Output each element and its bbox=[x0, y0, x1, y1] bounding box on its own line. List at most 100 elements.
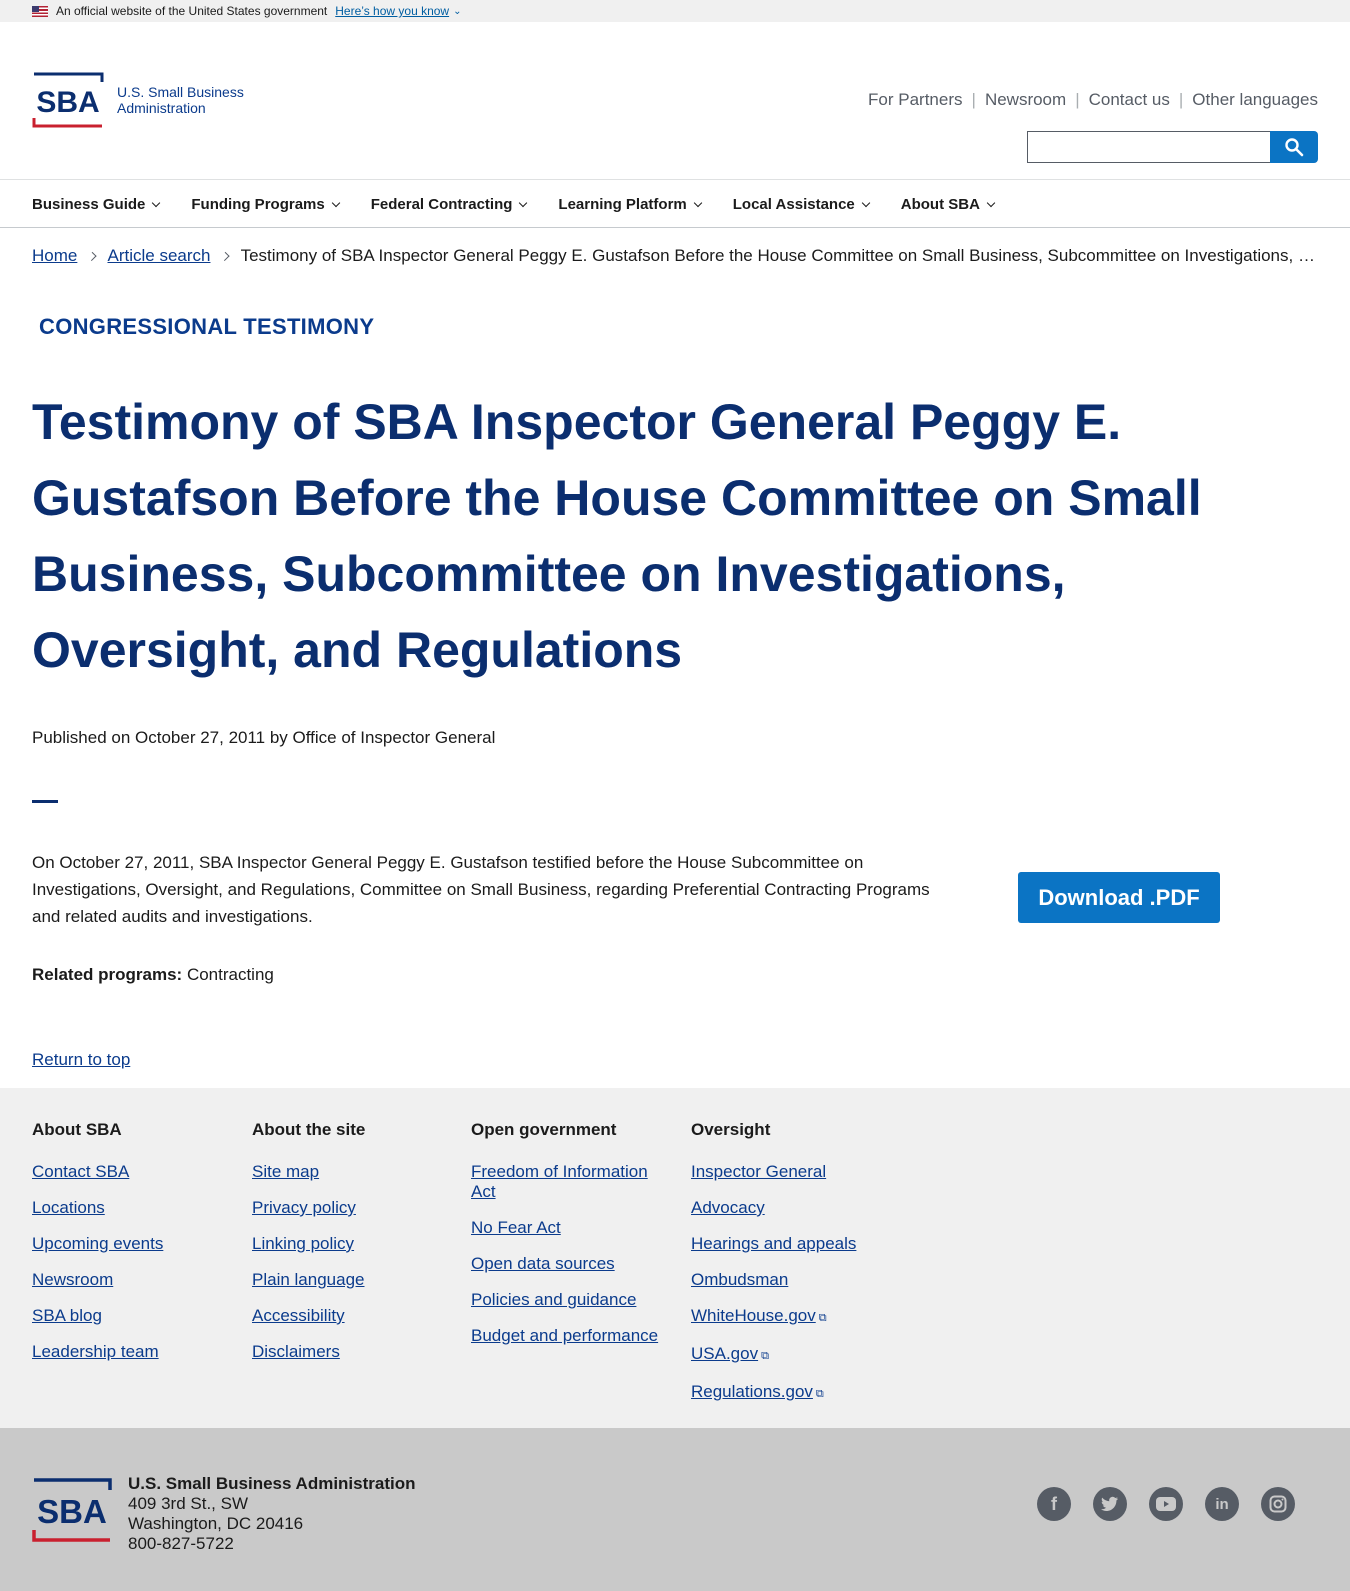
footer-link-plain-language[interactable]: Plain language bbox=[252, 1270, 442, 1290]
nav-label: Local Assistance bbox=[732, 195, 855, 213]
footer-col-heading: About SBA bbox=[32, 1120, 122, 1139]
related-programs: Related programs: Contracting bbox=[32, 965, 274, 985]
footer-link-linking-policy[interactable]: Linking policy bbox=[252, 1234, 442, 1254]
download-pdf-button[interactable]: Download .PDF bbox=[1018, 872, 1220, 923]
logo-line-2: Administration bbox=[117, 100, 206, 116]
twitter-icon[interactable] bbox=[1093, 1487, 1127, 1521]
footer-col-heading: Oversight bbox=[691, 1120, 771, 1139]
logo-line-1: U.S. Small Business bbox=[117, 84, 244, 100]
for-partners-link[interactable]: For Partners bbox=[868, 90, 962, 110]
utility-links: For Partners | Newsroom | Contact us | O… bbox=[868, 90, 1318, 110]
footer-address-line1: 409 3rd St., SW bbox=[128, 1494, 248, 1513]
chevron-down-icon bbox=[861, 198, 871, 207]
gov-banner: An official website of the United States… bbox=[0, 0, 1350, 22]
footer-link-budget[interactable]: Budget and performance bbox=[471, 1326, 661, 1346]
nav-about-sba[interactable]: About SBA bbox=[900, 195, 996, 213]
footer-link-leadership-team[interactable]: Leadership team bbox=[32, 1342, 222, 1362]
gov-banner-text: An official website of the United States… bbox=[56, 4, 328, 18]
youtube-icon[interactable] bbox=[1149, 1487, 1183, 1521]
search-button[interactable] bbox=[1270, 131, 1318, 163]
footer-link-whitehouse[interactable]: WhiteHouse.gov ⧉ bbox=[691, 1306, 881, 1328]
footer-org-name: U.S. Small Business Administration bbox=[128, 1474, 416, 1493]
related-programs-label: Related programs: bbox=[32, 965, 183, 984]
footer-link-inspector-general[interactable]: Inspector General bbox=[691, 1162, 881, 1182]
other-languages-link[interactable]: Other languages bbox=[1192, 90, 1318, 110]
footer-link-usa-gov[interactable]: USA.gov ⧉ bbox=[691, 1344, 881, 1366]
nav-label: Business Guide bbox=[32, 195, 146, 213]
facebook-icon[interactable]: f bbox=[1037, 1487, 1071, 1521]
footer-link-upcoming-events[interactable]: Upcoming events bbox=[32, 1234, 222, 1254]
footer-link-regulations[interactable]: Regulations.gov ⧉ bbox=[691, 1382, 881, 1404]
footer-link-no-fear-act[interactable]: No Fear Act bbox=[471, 1218, 661, 1238]
chevron-right-icon bbox=[220, 251, 231, 261]
footer-link-advocacy[interactable]: Advocacy bbox=[691, 1198, 881, 1218]
linkedin-icon[interactable]: in bbox=[1205, 1487, 1239, 1521]
footer-link-hearings[interactable]: Hearings and appeals bbox=[691, 1234, 881, 1254]
chevron-right-icon bbox=[87, 251, 98, 261]
published-info: Published on October 27, 2011 by Office … bbox=[32, 728, 496, 747]
nav-business-guide[interactable]: Business Guide bbox=[32, 195, 161, 213]
divider: | bbox=[971, 90, 976, 109]
search-icon bbox=[1285, 138, 1304, 157]
external-link-icon: ⧉ bbox=[818, 1312, 827, 1324]
footer-link-foia[interactable]: Freedom of Information Act bbox=[471, 1162, 661, 1202]
nav-label: Federal Contracting bbox=[370, 195, 513, 213]
svg-text:SBA: SBA bbox=[37, 1493, 107, 1530]
chevron-down-icon bbox=[152, 198, 161, 207]
footer-col-about-sba: About SBA Contact SBA Locations Upcoming… bbox=[32, 1120, 222, 1378]
footer-link-open-data[interactable]: Open data sources bbox=[471, 1254, 661, 1274]
nav-federal-contracting[interactable]: Federal Contracting bbox=[370, 195, 528, 213]
nav-funding-programs[interactable]: Funding Programs bbox=[191, 196, 340, 213]
footer-link-locations[interactable]: Locations bbox=[32, 1198, 222, 1218]
social-links: f in bbox=[1037, 1487, 1317, 1521]
chevron-down-icon bbox=[693, 198, 703, 207]
footer-link-sba-blog[interactable]: SBA blog bbox=[32, 1306, 222, 1326]
nav-label: About SBA bbox=[900, 195, 980, 213]
return-to-top-link[interactable]: Return to top bbox=[32, 1050, 130, 1070]
nav-learning-platform[interactable]: Learning Platform bbox=[558, 196, 703, 213]
footer-link-accessibility[interactable]: Accessibility bbox=[252, 1306, 442, 1326]
search-input[interactable] bbox=[1027, 131, 1270, 163]
svg-text:SBA: SBA bbox=[36, 86, 99, 119]
footer-links: About SBA Contact SBA Locations Upcoming… bbox=[0, 1088, 1350, 1428]
external-link-icon: ⧉ bbox=[815, 1388, 824, 1400]
nav-local-assistance[interactable]: Local Assistance bbox=[732, 195, 871, 213]
footer-bottom: SBA U.S. Small Business Administration 4… bbox=[0, 1428, 1350, 1591]
sba-logo[interactable]: SBA U.S. Small Business Administration bbox=[32, 72, 244, 128]
article-summary: On October 27, 2011, SBA Inspector Gener… bbox=[32, 853, 930, 926]
chevron-down-icon bbox=[331, 198, 340, 207]
breadcrumb: Home Article search Testimony of SBA Ins… bbox=[32, 246, 1318, 266]
footer-link-contact-sba[interactable]: Contact SBA bbox=[32, 1162, 222, 1182]
link-text: USA.gov bbox=[691, 1344, 759, 1363]
footer-col-open-government: Open government Freedom of Information A… bbox=[471, 1120, 661, 1362]
footer-address: U.S. Small Business Administration 409 3… bbox=[128, 1474, 416, 1554]
contact-us-link[interactable]: Contact us bbox=[1089, 90, 1170, 110]
site-header: SBA U.S. Small Business Administration F… bbox=[0, 22, 1350, 180]
footer-col-heading: Open government bbox=[471, 1120, 617, 1139]
footer-link-ombudsman[interactable]: Ombudsman bbox=[691, 1270, 881, 1290]
link-text: WhiteHouse.gov bbox=[691, 1306, 816, 1325]
breadcrumb-article-search[interactable]: Article search bbox=[107, 246, 210, 266]
divider: | bbox=[1178, 90, 1184, 109]
how-you-know-link[interactable]: Here’s how you know bbox=[335, 4, 449, 18]
footer-link-disclaimers[interactable]: Disclaimers bbox=[252, 1342, 442, 1362]
sba-footer-logo-icon[interactable]: SBA bbox=[32, 1478, 112, 1542]
footer-link-policies[interactable]: Policies and guidance bbox=[471, 1290, 661, 1310]
footer-link-site-map[interactable]: Site map bbox=[252, 1162, 442, 1182]
chevron-down-icon[interactable]: ⌄ bbox=[453, 6, 461, 17]
chevron-down-icon bbox=[986, 198, 996, 207]
breadcrumb-home[interactable]: Home bbox=[32, 246, 77, 266]
breadcrumb-current: Testimony of SBA Inspector General Peggy… bbox=[240, 246, 1318, 265]
divider-accent bbox=[32, 800, 58, 803]
footer-address-line2: Washington, DC 20416 bbox=[128, 1514, 304, 1533]
newsroom-link[interactable]: Newsroom bbox=[985, 90, 1066, 110]
footer-link-newsroom[interactable]: Newsroom bbox=[32, 1270, 222, 1290]
footer-col-about-site: About the site Site map Privacy policy L… bbox=[252, 1120, 442, 1378]
us-flag-icon bbox=[32, 5, 48, 17]
instagram-icon[interactable] bbox=[1261, 1487, 1295, 1521]
footer-link-privacy-policy[interactable]: Privacy policy bbox=[252, 1198, 442, 1218]
divider: | bbox=[1075, 90, 1080, 109]
footer-col-oversight: Oversight Inspector General Advocacy Hea… bbox=[691, 1120, 881, 1420]
page-title: Testimony of SBA Inspector General Peggy… bbox=[32, 394, 1202, 678]
external-link-icon: ⧉ bbox=[761, 1350, 769, 1362]
